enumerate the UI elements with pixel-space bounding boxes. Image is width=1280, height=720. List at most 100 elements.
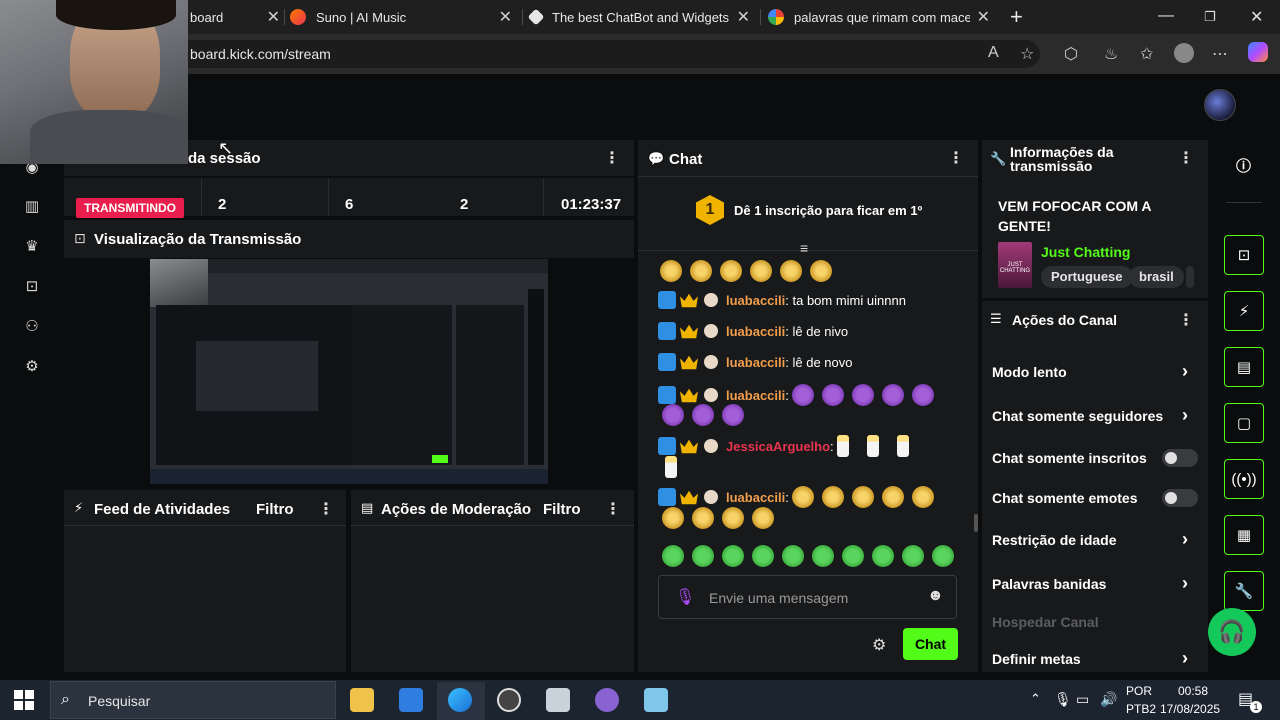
broadcast-rail-button[interactable]: ((•))	[1224, 459, 1264, 499]
performance-icon[interactable]: ♨	[1104, 44, 1118, 64]
chat-username[interactable]: luabaccili	[726, 388, 785, 403]
obs-icon[interactable]	[497, 688, 521, 712]
media-player-icon[interactable]	[595, 688, 619, 712]
emote-icon[interactable]	[812, 545, 834, 567]
chat-username[interactable]: luabaccili	[726, 355, 785, 370]
more-options-icon[interactable]: ⋮	[605, 499, 621, 519]
wrench-rail-button[interactable]: 🔧	[1224, 571, 1264, 611]
app-icon[interactable]	[546, 688, 570, 712]
more-icon[interactable]: ⋯	[1212, 44, 1228, 64]
tab-google[interactable]: palavras que rimam com macetar ✕	[768, 0, 992, 34]
tab-kick-dashboard[interactable]: board ✕	[190, 0, 280, 34]
info-icon[interactable]: ⓘ	[1236, 155, 1251, 176]
emotes-only-toggle[interactable]	[1162, 489, 1198, 507]
emote-icon[interactable]	[782, 545, 804, 567]
action-set-goals[interactable]: Definir metas	[992, 651, 1081, 667]
chevron-right-icon[interactable]: ›	[1182, 573, 1188, 594]
bolt-rail-button[interactable]: ⚡	[1224, 291, 1264, 331]
trophy-icon[interactable]: ♛	[22, 237, 42, 257]
moderation-filter-button[interactable]: Filtro	[543, 501, 581, 518]
network-icon[interactable]: ▭	[1076, 691, 1089, 708]
action-slow-mode[interactable]: Modo lento	[992, 364, 1067, 380]
close-window-icon[interactable]: ✕	[1250, 7, 1263, 27]
close-icon[interactable]: ✕	[499, 7, 512, 27]
feed-filter-button[interactable]: Filtro	[256, 501, 294, 518]
chevron-right-icon[interactable]: ›	[1182, 361, 1188, 382]
avatar[interactable]	[1204, 89, 1236, 121]
chat-rail-button[interactable]: ▢	[1224, 403, 1264, 443]
action-banned-words[interactable]: Palavras banidas	[992, 576, 1106, 592]
volume-icon[interactable]: 🔊	[1100, 691, 1117, 708]
windows-start-icon[interactable]	[14, 690, 34, 710]
new-tab-button[interactable]: +	[1010, 0, 1023, 34]
copilot-icon[interactable]	[1248, 42, 1268, 62]
keyboard-layout[interactable]: PTB2	[1126, 702, 1156, 716]
extensions-icon[interactable]: ⬡	[1064, 44, 1078, 64]
clip-rail-button[interactable]: ⊡	[1224, 235, 1264, 275]
emote-icon[interactable]	[842, 545, 864, 567]
send-chat-button[interactable]: Chat	[903, 628, 958, 660]
chat-username[interactable]: luabaccili	[726, 324, 785, 339]
chat-settings-icon[interactable]: ⚙	[872, 635, 886, 655]
action-followers-only[interactable]: Chat somente seguidores	[992, 408, 1163, 424]
emote-icon[interactable]	[722, 545, 744, 567]
clip-icon[interactable]: ⊡	[22, 277, 42, 297]
minimize-icon[interactable]: —	[1158, 7, 1174, 25]
emote-icon[interactable]	[662, 545, 684, 567]
favorite-star-icon[interactable]: ☆	[1020, 44, 1034, 64]
read-aloud-icon[interactable]: A	[988, 44, 999, 62]
tag-language[interactable]: Portuguese	[1041, 266, 1133, 288]
more-options-icon[interactable]: ⋮	[1178, 310, 1194, 330]
clock-time[interactable]: 00:58	[1178, 684, 1208, 698]
chevron-right-icon[interactable]: ›	[1182, 529, 1188, 550]
document-rail-button[interactable]: ▤	[1224, 347, 1264, 387]
chat-username[interactable]: luabaccili	[726, 490, 785, 505]
community-icon[interactable]: ⚇	[22, 317, 42, 337]
category-link[interactable]: Just Chatting	[1041, 244, 1130, 260]
language-code[interactable]: POR	[1126, 684, 1152, 698]
notepad-icon[interactable]	[644, 688, 668, 712]
chevron-up-icon[interactable]: ⌃	[1030, 691, 1041, 707]
emote-icon[interactable]	[752, 545, 774, 567]
file-explorer-icon[interactable]	[350, 688, 374, 712]
action-age-restriction[interactable]: Restrição de idade	[992, 532, 1117, 548]
video-rail-button[interactable]: ▦	[1224, 515, 1264, 555]
tag-country[interactable]: brasil	[1129, 266, 1184, 288]
microphone-icon[interactable]: 🎙	[1054, 691, 1072, 708]
restore-icon[interactable]: ❐	[1204, 9, 1216, 25]
analytics-icon[interactable]: ▥	[22, 197, 42, 217]
clock-date[interactable]: 17/08/2025	[1160, 702, 1220, 716]
chat-scrollbar[interactable]	[974, 514, 978, 532]
emoji-icon[interactable]: ☻	[927, 587, 944, 605]
stream-preview[interactable]	[150, 259, 548, 484]
chevron-right-icon[interactable]: ›	[1182, 405, 1188, 426]
tab-suno[interactable]: Suno | AI Music ✕	[290, 0, 514, 34]
more-options-icon[interactable]: ⋮	[318, 499, 334, 519]
store-icon[interactable]	[399, 688, 423, 712]
more-options-icon[interactable]: ⋮	[948, 148, 964, 168]
taskbar-search[interactable]: ⌕ Pesquisar	[50, 681, 336, 719]
more-options-icon[interactable]: ⋮	[604, 148, 620, 168]
subscribers-only-toggle[interactable]	[1162, 449, 1198, 467]
emote-icon[interactable]	[902, 545, 924, 567]
close-icon[interactable]: ✕	[737, 7, 750, 27]
pin-icon[interactable]: ≡	[800, 240, 808, 256]
chevron-right-icon[interactable]: ›	[1182, 648, 1188, 669]
chat-input[interactable]: 🎙 Envie uma mensagem ☻	[658, 575, 957, 619]
close-icon[interactable]: ✕	[267, 7, 280, 27]
emote-icon[interactable]	[932, 545, 954, 567]
category-thumbnail[interactable]: JUST CHATTING	[998, 242, 1032, 288]
emote-icon[interactable]	[692, 545, 714, 567]
tab-botrix[interactable]: The best ChatBot and Widgets fo ✕	[527, 0, 752, 34]
chat-username[interactable]: JessicaArguelho	[726, 439, 830, 454]
more-options-icon[interactable]: ⋮	[1178, 148, 1194, 168]
close-icon[interactable]: ✕	[977, 7, 990, 27]
chat-username[interactable]: luabaccili	[726, 293, 785, 308]
edge-icon[interactable]	[448, 688, 472, 712]
emote-icon[interactable]	[872, 545, 894, 567]
support-headset-icon[interactable]: 🎧	[1208, 608, 1256, 656]
settings-icon[interactable]: ⚙	[22, 357, 42, 377]
profile-icon[interactable]	[1174, 43, 1194, 63]
favorites-icon[interactable]: ✩	[1140, 44, 1153, 64]
mic-icon[interactable]: 🎙	[675, 587, 695, 607]
